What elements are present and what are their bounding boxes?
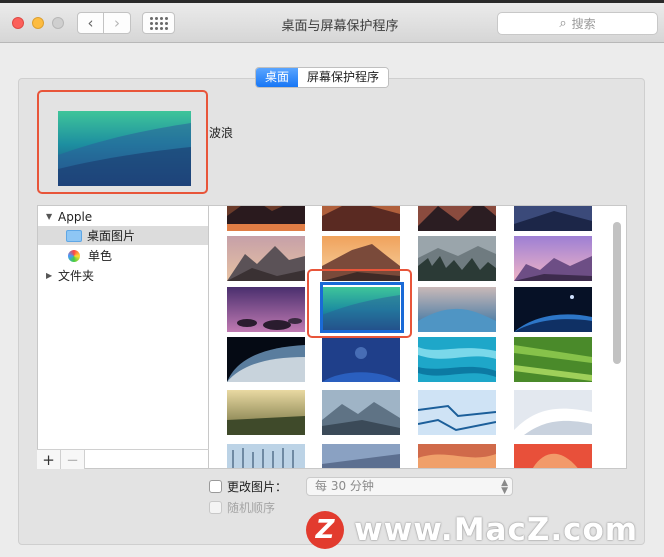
random-order-label: 随机顺序	[227, 501, 276, 515]
wallpaper-thumb[interactable]	[514, 205, 592, 231]
watermark: Z www.MacZ.com	[306, 508, 646, 552]
interval-value: 每 30 分钟	[315, 479, 374, 493]
back-button[interactable]: ‹	[77, 12, 104, 34]
search-field[interactable]: ⌕ 搜索	[497, 12, 658, 35]
sidebar-item-label: 桌面图片	[87, 229, 136, 243]
wallpaper-thumb[interactable]	[418, 390, 496, 435]
sidebar-item-solid-colors[interactable]: 单色	[38, 246, 208, 265]
gallery-scrollbar[interactable]	[613, 222, 621, 364]
wallpaper-thumb[interactable]	[418, 337, 496, 382]
wallpaper-thumb[interactable]	[227, 444, 305, 469]
title-bar: ‹ › 桌面与屏幕保护程序 ⌕ 搜索	[0, 3, 664, 43]
change-picture-option: 更改图片：	[209, 478, 287, 495]
sidebar-item-desktop-pictures[interactable]: 桌面图片	[38, 226, 208, 245]
tab-screen-saver[interactable]: 屏幕保护程序	[298, 68, 389, 87]
window-title: 桌面与屏幕保护程序	[281, 19, 399, 34]
wallpaper-thumb[interactable]	[322, 444, 400, 469]
wallpaper-thumb[interactable]	[418, 236, 496, 281]
disclosure-open-icon: ▼	[46, 212, 53, 221]
segmented-tabs: 桌面 屏幕保护程序	[255, 67, 390, 88]
wallpaper-thumb[interactable]	[227, 337, 305, 382]
wallpaper-thumb[interactable]	[514, 287, 592, 332]
sidebar-item-label: 文件夹	[58, 269, 95, 283]
watermark-logo: Z	[306, 511, 344, 549]
wallpaper-thumb[interactable]	[227, 236, 305, 281]
wallpaper-thumb[interactable]	[322, 390, 400, 435]
wallpaper-thumb[interactable]	[322, 205, 400, 231]
disclosure-closed-icon: ▶	[46, 271, 53, 280]
sidebar-item-apple[interactable]: ▼ Apple	[38, 207, 208, 226]
chevron-right-icon: ›	[114, 14, 120, 32]
color-wheel-icon	[68, 249, 80, 262]
wallpaper-thumb[interactable]	[227, 390, 305, 435]
wallpaper-thumb[interactable]	[322, 337, 400, 382]
zoom-button[interactable]	[52, 17, 64, 29]
change-picture-checkbox[interactable]	[209, 480, 222, 493]
wallpaper-gallery	[209, 205, 627, 469]
chevron-left-icon: ‹	[87, 14, 94, 32]
wallpaper-thumb[interactable]	[418, 444, 496, 469]
forward-button[interactable]: ›	[103, 12, 131, 34]
system-preferences-window: ‹ › 桌面与屏幕保护程序 ⌕ 搜索 桌面 屏幕保护程序 波浪 ▼ Apple …	[0, 0, 664, 557]
sidebar-item-folders[interactable]: ▶ 文件夹	[38, 266, 208, 285]
watermark-text: www.MacZ.com	[354, 512, 639, 548]
search-placeholder: 搜索	[571, 17, 596, 31]
wallpaper-name: 波浪	[209, 126, 234, 140]
wallpaper-thumb[interactable]	[514, 444, 592, 469]
wallpaper-thumb[interactable]	[514, 390, 592, 435]
search-icon: ⌕	[559, 16, 567, 31]
close-button[interactable]	[12, 17, 24, 29]
tab-desktop[interactable]: 桌面	[256, 68, 299, 87]
random-order-option: 随机顺序	[209, 499, 275, 516]
wallpaper-thumb[interactable]	[514, 236, 592, 281]
selected-wallpaper-outline	[320, 282, 404, 333]
wallpaper-thumb[interactable]	[418, 287, 496, 332]
current-wallpaper-preview	[58, 111, 191, 186]
change-interval-select[interactable]: 每 30 分钟 ▲ ▼	[306, 477, 513, 496]
show-all-button[interactable]	[142, 12, 175, 34]
folder-icon	[66, 229, 82, 242]
chevron-updown-icon: ▲ ▼	[501, 478, 508, 496]
wallpaper-thumb[interactable]	[418, 205, 496, 231]
sidebar-item-label: 单色	[88, 249, 113, 263]
source-list: ▼ Apple 桌面图片 单色 ▶ 文件夹	[37, 205, 209, 469]
add-folder-button[interactable]: +	[37, 450, 61, 469]
grid-icon	[149, 16, 168, 30]
wallpaper-thumb[interactable]	[227, 287, 305, 332]
remove-folder-button[interactable]: −	[61, 450, 85, 469]
source-list-toolbar: + −	[37, 449, 209, 469]
wallpaper-thumb[interactable]	[514, 337, 592, 382]
random-order-checkbox[interactable]	[209, 501, 222, 514]
sidebar-item-label: Apple	[58, 209, 93, 224]
change-picture-label: 更改图片：	[227, 480, 288, 494]
wallpaper-thumb[interactable]	[227, 205, 305, 231]
minimize-button[interactable]	[32, 17, 44, 29]
